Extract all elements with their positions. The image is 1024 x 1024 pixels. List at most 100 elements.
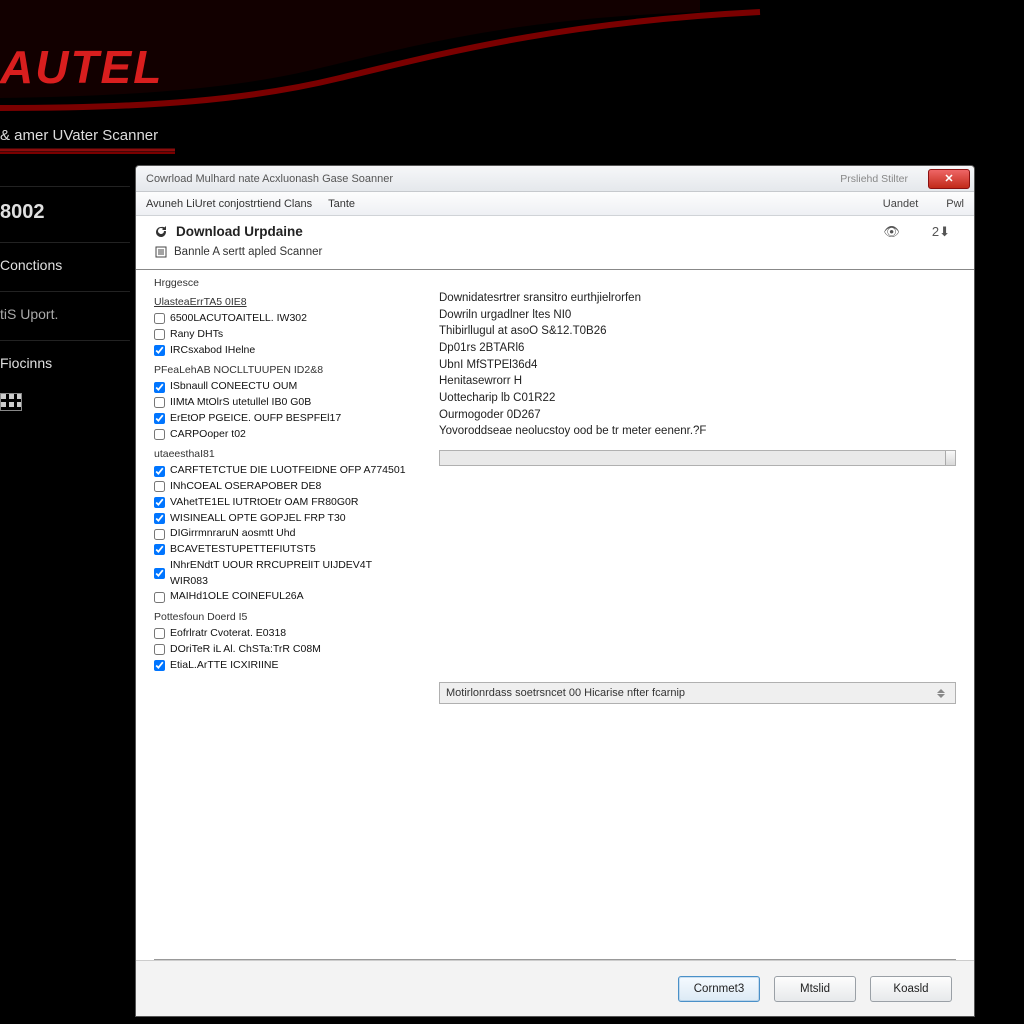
package-list: Hrggesce UlasteaErrTA5 0IE8 6500LACUTOAI… [154, 272, 409, 955]
sidebar-item-functions[interactable]: Fiocinns [0, 340, 130, 383]
package-label: ISbnaull CONEECTU OUM [170, 379, 297, 395]
package-label: MAIHd1OLE COINEFUL26A [170, 589, 304, 605]
package-label: WISINEALL OPTE GOPJEL FRP T30 [170, 511, 346, 527]
group4-title: Pottesfoun Doerd I5 [154, 611, 409, 623]
window-title: Cowrload Mulhard nate Acxluonash Gase So… [146, 173, 393, 185]
last-button[interactable]: Koasld [870, 976, 952, 1002]
package-label: INhrENdtT UOUR RRCUPRElIT UIJDEV4T WIR08… [170, 558, 409, 590]
progress-bar[interactable] [439, 450, 956, 466]
status-field[interactable]: Motirlonrdass soetrsncet 00 Hicarise nft… [439, 682, 956, 704]
window-title-right: Prsliehd Stilter [840, 173, 908, 185]
menu-right-1[interactable]: Uandet [883, 198, 918, 210]
package-checkbox[interactable] [154, 529, 165, 540]
group2-title: PFeaLehAB NOCLLTUUPEN ID2&8 [154, 364, 409, 376]
list-icon [154, 245, 168, 259]
package-checkbox[interactable] [154, 413, 165, 424]
package-checkbox[interactable] [154, 429, 165, 440]
package-row[interactable]: CARFTETCTUE DIE LUOTFEIDNE OFP A774501 [154, 463, 409, 479]
package-row[interactable]: Eofrlratr Cvoterat. E0318 [154, 626, 409, 642]
package-label: Rany DHTs [170, 327, 223, 343]
log-line: Uottecharip lb C01R22 [439, 390, 956, 407]
package-label: EtiaL.ArTTE ICXIRIINE [170, 658, 279, 674]
list-micro-1: Hrggesce [154, 278, 409, 290]
package-row[interactable]: BCAVETESTUPETTEFIUTST5 [154, 542, 409, 558]
package-label: DOriTeR iL Al. ChSTa:TrR C08M [170, 642, 321, 658]
log-line: Dowriln urgadlner ltes NI0 [439, 307, 956, 324]
package-row[interactable]: Rany DHTs [154, 327, 409, 343]
package-row[interactable]: IRCsxabod IHelne [154, 343, 409, 359]
menu-right-2[interactable]: Pwl [946, 198, 964, 210]
package-label: CARFTETCTUE DIE LUOTFEIDNE OFP A774501 [170, 463, 406, 479]
download-count-icon[interactable]: 2⬇ [932, 224, 950, 240]
package-checkbox[interactable] [154, 466, 165, 477]
package-label: ErEtOP PGEICE. OUFP BESPFEl17 [170, 411, 341, 427]
package-checkbox[interactable] [154, 544, 165, 555]
view-icon[interactable]: 👁 [883, 224, 900, 240]
package-checkbox[interactable] [154, 628, 165, 639]
package-checkbox[interactable] [154, 313, 165, 324]
window-titlebar: Cowrload Mulhard nate Acxluonash Gase So… [136, 166, 974, 192]
grid-icon[interactable] [0, 393, 22, 411]
log-panel: Downidatesrtrer sransitro eurthjielrorfe… [439, 272, 956, 955]
log-line: Henitasewrorr H [439, 373, 956, 390]
package-row[interactable]: EtiaL.ArTTE ICXIRIINE [154, 658, 409, 674]
middle-button[interactable]: Mtslid [774, 976, 856, 1002]
stepper-icon[interactable] [937, 685, 951, 701]
content-area: Hrggesce UlasteaErrTA5 0IE8 6500LACUTOAI… [136, 270, 974, 959]
log-line: Downidatesrtrer sransitro eurthjielrorfe… [439, 290, 956, 307]
package-row[interactable]: ErEtOP PGEICE. OUFP BESPFEl17 [154, 411, 409, 427]
package-label: IRCsxabod IHelne [170, 343, 255, 359]
package-row[interactable]: INhCOEAL OSERAPOBER DE8 [154, 479, 409, 495]
subheader: Download Urpdaine Bannle A sertt apled S… [136, 216, 974, 270]
connect-button[interactable]: Cornmet3 [678, 976, 760, 1002]
refresh-icon [154, 225, 168, 239]
footer: Cornmet3 Mtslid Koasld [136, 960, 974, 1016]
subheader-title: Download Urpdaine [176, 224, 303, 239]
package-row[interactable]: MAIHd1OLE COINEFUL26A [154, 589, 409, 605]
package-label: Eofrlratr Cvoterat. E0318 [170, 626, 286, 642]
package-checkbox[interactable] [154, 481, 165, 492]
log-line: UbnI MfSTPEl36d4 [439, 357, 956, 374]
update-window: Cowrload Mulhard nate Acxluonash Gase So… [135, 165, 975, 1017]
package-row[interactable]: 6500LACUTOAITELL. IW302 [154, 311, 409, 327]
close-button[interactable]: ✕ [928, 169, 970, 189]
app-subtitle: & amer UVater Scanner [0, 127, 175, 154]
package-label: 6500LACUTOAITELL. IW302 [170, 311, 307, 327]
package-checkbox[interactable] [154, 382, 165, 393]
package-row[interactable]: WISINEALL OPTE GOPJEL FRP T30 [154, 511, 409, 527]
sidebar-item-connections[interactable]: Conctions [0, 242, 130, 285]
package-checkbox[interactable] [154, 592, 165, 603]
sidebar: 8002 Conctions tiS Uport. Fiocinns [0, 180, 130, 414]
sidebar-item-model[interactable]: 8002 [0, 186, 130, 236]
brand-logo: AUTEL [0, 40, 163, 94]
package-label: CARPOoper t02 [170, 427, 246, 443]
sidebar-item-support[interactable]: tiS Uport. [0, 291, 130, 334]
package-checkbox[interactable] [154, 644, 165, 655]
subheader-subtitle: Bannle A sertt apled Scanner [174, 246, 322, 258]
package-label: BCAVETESTUPETTEFIUTST5 [170, 542, 316, 558]
group3-title: utaeesthaI81 [154, 448, 409, 460]
package-checkbox[interactable] [154, 345, 165, 356]
log-line: Ourmogoder 0D267 [439, 407, 956, 424]
package-row[interactable]: ISbnaull CONEECTU OUM [154, 379, 409, 395]
package-row[interactable]: IIMtA MtOlrS utetullel IB0 G0B [154, 395, 409, 411]
package-checkbox[interactable] [154, 497, 165, 508]
package-checkbox[interactable] [154, 660, 165, 671]
package-row[interactable]: DIGirrmnraruN aosmtt Uhd [154, 526, 409, 542]
menu-item-2[interactable]: Tante [328, 198, 355, 210]
package-row[interactable]: VAhetTE1EL IUTRtOEtr OAM FR80G0R [154, 495, 409, 511]
package-label: DIGirrmnraruN aosmtt Uhd [170, 526, 295, 542]
package-row[interactable]: INhrENdtT UOUR RRCUPRElIT UIJDEV4T WIR08… [154, 558, 409, 590]
package-row[interactable]: DOriTeR iL Al. ChSTa:TrR C08M [154, 642, 409, 658]
package-checkbox[interactable] [154, 568, 165, 579]
package-row[interactable]: CARPOoper t02 [154, 427, 409, 443]
package-label: INhCOEAL OSERAPOBER DE8 [170, 479, 321, 495]
log-line: Yovoroddseae neolucstoy ood be tr meter … [439, 423, 956, 440]
menu-item-1[interactable]: Avuneh LiUret conjostrtiend Clans [146, 198, 312, 210]
menubar: Avuneh LiUret conjostrtiend Clans Tante … [136, 192, 974, 216]
package-checkbox[interactable] [154, 513, 165, 524]
package-checkbox[interactable] [154, 397, 165, 408]
log-line: Dp01rs 2BTARl6 [439, 340, 956, 357]
package-checkbox[interactable] [154, 329, 165, 340]
list-micro-2: UlasteaErrTA5 0IE8 [154, 297, 409, 309]
